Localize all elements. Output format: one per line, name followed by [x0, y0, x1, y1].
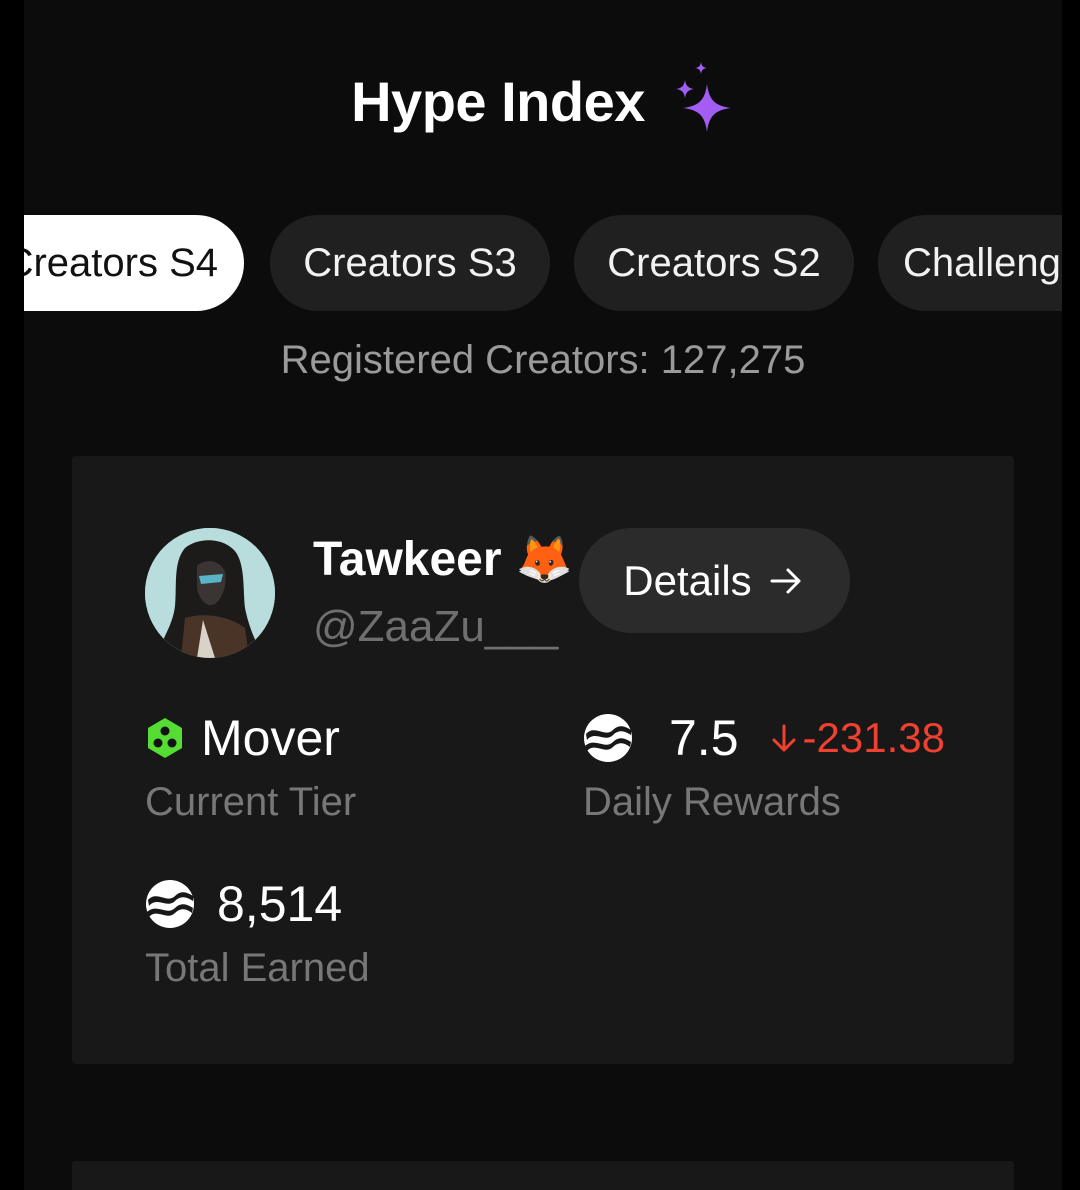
header: Hype Index	[24, 58, 1062, 144]
app-frame: Hype Index Creators S4 Creators S3 Creat…	[24, 0, 1062, 1190]
page-title: Hype Index	[351, 69, 645, 133]
tab-creators-s3[interactable]: Creators S3	[270, 215, 550, 311]
tab-creators-s2[interactable]: Creators S2	[574, 215, 854, 311]
token-coin-icon	[584, 714, 632, 762]
total-earned-label: Total Earned	[145, 946, 370, 990]
tier-hexagon-icon	[148, 718, 182, 758]
creator-handle: @ZaaZu___	[313, 602, 559, 651]
current-tier-stat: Mover Current Tier	[145, 706, 356, 825]
arrow-down-icon	[772, 724, 796, 752]
daily-rewards-value: 7.5	[669, 710, 739, 766]
daily-rewards-change: -231.38	[769, 714, 945, 762]
creator-card: Tawkeer 🦊 @ZaaZu___ Details Mover Curren…	[72, 456, 1014, 1064]
registered-creators-count: Registered Creators: 127,275	[280, 338, 806, 382]
creator-name-row: Tawkeer 🦊	[313, 528, 573, 590]
arrow-right-icon	[770, 568, 801, 593]
daily-rewards-change-value: -231.38	[802, 714, 945, 761]
total-earned-value: 8,514	[217, 876, 343, 932]
daily-rewards-label: Daily Rewards	[583, 780, 841, 824]
sparkle-icon	[675, 62, 731, 132]
tab-creators-s4[interactable]: Creators S4	[24, 215, 244, 311]
creator-name: Tawkeer	[313, 532, 502, 586]
season-tabs: Creators S4 Creators S3 Creators S2 Chal…	[24, 215, 1062, 311]
tier-label: Current Tier	[145, 780, 357, 824]
fox-emoji-icon: 🦊	[515, 533, 573, 585]
tab-challenges[interactable]: Challenges	[878, 215, 1062, 311]
token-coin-icon	[146, 880, 194, 928]
avatar-image	[145, 528, 275, 658]
total-earned-stat: 8,514 Total Earned	[145, 872, 370, 991]
next-creator-card	[72, 1161, 1014, 1190]
tier-value: Mover	[201, 710, 340, 766]
daily-rewards-stat: 7.5 -231.38 Daily Rewards	[583, 706, 945, 825]
details-button-label: Details	[623, 556, 752, 604]
avatar[interactable]	[145, 528, 275, 658]
details-button[interactable]: Details	[579, 528, 850, 633]
